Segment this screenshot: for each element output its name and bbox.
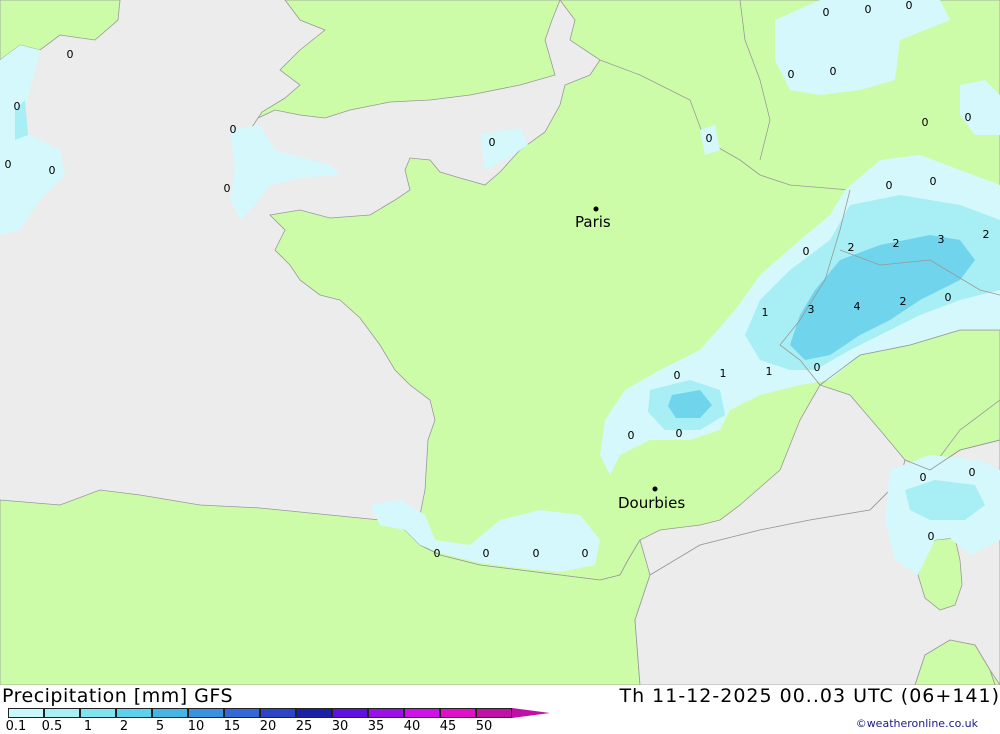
value-label: 0 [814,361,821,374]
scale-arrow [512,708,550,718]
value-label: 2 [983,228,990,241]
scale-swatch [260,708,296,718]
scale-label: 30 [331,719,349,734]
credit-link[interactable]: ©weatheronline.co.uk [856,717,978,730]
value-label: 0 [865,3,872,16]
value-label: 3 [938,233,945,246]
scale-swatch [44,708,80,718]
value-label: 0 [706,132,713,145]
value-label: 0 [823,6,830,19]
map-title: Precipitation [mm] GFS [2,685,234,707]
scale-swatch [152,708,188,718]
value-label: 1 [720,367,727,380]
scale-swatch [404,708,440,718]
scale-label: 35 [367,719,385,734]
value-label: 0 [928,530,935,543]
scale-label: 45 [439,719,457,734]
scale-swatch [116,708,152,718]
scale-label: 2 [119,719,129,734]
scale-label: 1 [83,719,93,734]
value-label: 0 [830,65,837,78]
color-scale-labels: 0.1 0.5 1 2 5 10 15 20 25 30 35 40 45 50 [0,719,520,734]
value-label: 0 [483,547,490,560]
scale-swatch [8,708,44,718]
value-label: 3 [808,303,815,316]
value-label: 0 [969,466,976,479]
value-label: 0 [230,123,237,136]
value-label: 0 [920,471,927,484]
scale-label: 50 [475,719,493,734]
scale-label: 40 [403,719,421,734]
value-label: 0 [434,547,441,560]
value-label: 0 [965,111,972,124]
value-label: 0 [788,68,795,81]
value-label: 0 [628,429,635,442]
city-label: Dourbies [618,494,685,512]
scale-label: 0.1 [5,719,27,734]
value-label: 0 [676,427,683,440]
scale-swatch [368,708,404,718]
forecast-datetime: Th 11-12-2025 00..03 UTC (06+141) [619,685,1000,707]
scale-label: 10 [187,719,205,734]
value-label: 0 [5,158,12,171]
scale-swatch [188,708,224,718]
value-label: 0 [930,175,937,188]
value-label: 0 [489,136,496,149]
scale-label: 15 [223,719,241,734]
value-label: 0 [922,116,929,129]
value-label: 0 [533,547,540,560]
scale-swatch [80,708,116,718]
value-label: 4 [854,300,861,313]
scale-swatch [224,708,260,718]
value-label: 2 [893,237,900,250]
scale-label: 25 [295,719,313,734]
scale-label: 5 [155,719,165,734]
value-label: 0 [14,100,21,113]
value-label: 0 [906,0,913,12]
value-label: 0 [945,291,952,304]
scale-swatch [476,708,512,718]
value-label: 0 [582,547,589,560]
scale-label: 0.5 [41,719,63,734]
value-label: 1 [762,306,769,319]
value-label: 2 [848,241,855,254]
color-scale [8,708,550,718]
scale-label: 20 [259,719,277,734]
value-label: 0 [49,164,56,177]
value-label: 0 [674,369,681,382]
precipitation-map: Paris Dourbies 0 0 0 0 0 0 0 0 0 0 0 0 0… [0,0,1000,685]
value-label: 0 [886,179,893,192]
value-label: 0 [224,182,231,195]
city-label: Paris [575,213,611,231]
value-label: 1 [766,365,773,378]
scale-swatch [332,708,368,718]
scale-swatch [440,708,476,718]
scale-swatch [296,708,332,718]
value-label: 2 [900,295,907,308]
legend-footer: Precipitation [mm] GFS Th 11-12-2025 00.… [0,685,1000,734]
value-label: 0 [67,48,74,61]
value-label: 0 [803,245,810,258]
